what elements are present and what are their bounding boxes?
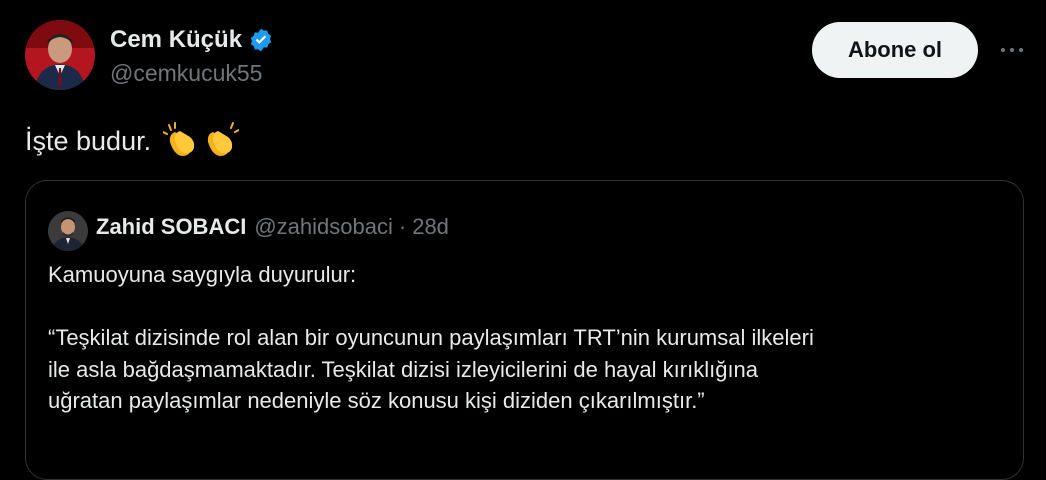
quote-tweet-card[interactable]: Zahid SOBACI @zahidsobaci · 28d Kamuoyun…	[25, 180, 1024, 480]
author-handle[interactable]: @cemkucuk55	[110, 60, 262, 87]
tweet-text-content: İşte budur.	[25, 125, 152, 156]
quote-author-avatar[interactable]	[48, 211, 88, 251]
quote-line-4: uğratan paylaşımlar nedeniyle söz konusu…	[48, 388, 705, 413]
author-avatar[interactable]	[25, 20, 95, 90]
quote-separator: ·	[398, 214, 407, 239]
verified-badge-icon	[248, 27, 274, 53]
clapping-hands-icon	[201, 122, 241, 160]
quote-author-name[interactable]: Zahid SOBACI	[96, 214, 246, 240]
quote-line-2: “Teşkilat dizisinde rol alan bir oyuncun…	[48, 325, 814, 350]
tweet-text: İşte budur.	[25, 122, 241, 160]
quote-timestamp[interactable]: 28d	[412, 214, 449, 240]
author-name-text: Cem Küçük	[110, 26, 243, 53]
more-horizontal-icon[interactable]	[992, 36, 1032, 64]
follow-button[interactable]: Abone ol	[812, 22, 978, 78]
quote-line-3: ile asla bağdaşmamaktadır. Teşkilat dizi…	[48, 356, 759, 382]
quote-body: Kamuoyuna saygıyla duyurulur: “Teşkilat …	[48, 259, 1008, 417]
quote-author-handle[interactable]: @zahidsobaci	[254, 214, 393, 240]
quote-header: Zahid SOBACI @zahidsobaci · 28d	[96, 214, 449, 240]
quote-line-1: Kamuoyuna saygıyla duyurulur:	[48, 262, 357, 287]
author-name[interactable]: Cem Küçük	[110, 26, 274, 54]
clapping-hands-icon	[162, 122, 201, 160]
